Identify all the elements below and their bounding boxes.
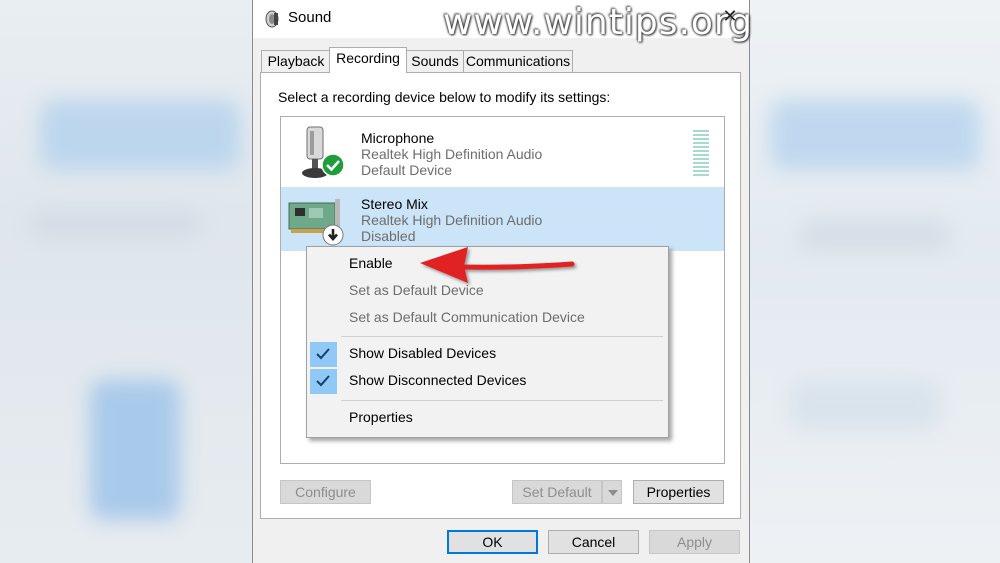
device-microphone[interactable]: Microphone Realtek High Definition Audio… (281, 120, 724, 184)
default-check-icon (321, 153, 345, 177)
background-blob (90, 380, 180, 520)
menu-item-show-disabled[interactable]: Show Disabled Devices (307, 342, 668, 367)
background-blob (30, 210, 200, 238)
watermark-text: www.wintips.org (443, 2, 753, 43)
menu-item-label: Set as Default Communication Device (349, 309, 585, 325)
set-default-button[interactable]: Set Default (512, 480, 602, 504)
tab-communications[interactable]: Communications (463, 50, 573, 72)
background-blob (770, 100, 980, 170)
background-blob (800, 220, 950, 250)
disabled-arrow-icon (322, 224, 344, 246)
menu-item-label: Enable (349, 255, 393, 271)
cancel-button[interactable]: Cancel (548, 530, 639, 554)
level-meter (693, 130, 709, 178)
background-blob (40, 100, 240, 170)
tab-playback[interactable]: Playback (261, 50, 331, 72)
instruction-text: Select a recording device below to modif… (278, 89, 611, 105)
background-blob (790, 380, 940, 430)
configure-button[interactable]: Configure (280, 480, 371, 504)
device-driver: Realtek High Definition Audio (361, 212, 543, 228)
properties-button[interactable]: Properties (633, 480, 724, 504)
menu-item-properties[interactable]: Properties (307, 406, 668, 431)
menu-item-set-default-comm[interactable]: Set as Default Communication Device (307, 306, 668, 331)
menu-separator (341, 400, 663, 401)
checkmark-icon (310, 342, 337, 367)
device-status: Default Device (361, 162, 453, 178)
menu-item-label: Properties (349, 409, 413, 425)
dialog-title: Sound (288, 9, 332, 26)
menu-item-label: Show Disabled Devices (349, 345, 497, 361)
checkmark-icon (310, 369, 337, 394)
apply-button[interactable]: Apply (649, 530, 740, 554)
device-name: Microphone (361, 130, 435, 146)
tab-recording[interactable]: Recording (329, 47, 407, 73)
tab-sounds[interactable]: Sounds (405, 50, 465, 72)
ok-button[interactable]: OK (447, 530, 538, 554)
red-arrow-annotation (420, 247, 575, 283)
speaker-icon (265, 10, 279, 28)
device-name: Stereo Mix (361, 196, 428, 212)
background-right (748, 0, 1000, 563)
menu-item-show-disconnected[interactable]: Show Disconnected Devices (307, 369, 668, 394)
device-driver: Realtek High Definition Audio (361, 146, 543, 162)
title-bar: Sound www.wintips.org ✕ (253, 0, 752, 43)
set-default-dropdown-icon[interactable] (602, 480, 622, 504)
menu-separator (341, 336, 663, 337)
menu-item-label: Show Disconnected Devices (349, 372, 527, 388)
close-icon[interactable]: ✕ (719, 6, 741, 27)
